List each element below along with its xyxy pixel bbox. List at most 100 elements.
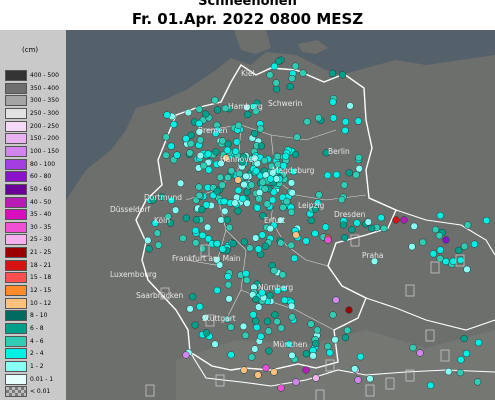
station-marker xyxy=(380,224,388,233)
station-marker xyxy=(442,257,450,266)
legend-label: 250 - 300 xyxy=(30,109,59,117)
station-marker xyxy=(311,229,319,238)
station-marker xyxy=(343,326,352,334)
station-marker xyxy=(313,326,321,334)
legend-swatch xyxy=(5,145,27,157)
station-marker xyxy=(353,219,361,227)
station-marker xyxy=(227,167,236,175)
station-marker xyxy=(195,105,203,113)
station-marker xyxy=(270,266,278,275)
legend-swatch xyxy=(5,158,27,170)
station-marker xyxy=(354,376,362,384)
legend-label: 50 - 60 xyxy=(30,185,52,193)
station-marker xyxy=(195,183,203,191)
station-marker xyxy=(302,350,310,358)
city-muenchen: München xyxy=(273,340,307,349)
station-marker xyxy=(254,245,263,253)
station-marker xyxy=(184,108,192,117)
city-duesseldorf: Düsseldorf xyxy=(110,205,150,214)
station-marker xyxy=(247,181,256,189)
station-marker xyxy=(277,384,285,392)
title-date-time: Fr. 01.Apr. 2022 0800 MESZ xyxy=(131,10,364,28)
station-marker xyxy=(270,368,278,376)
station-marker xyxy=(283,197,291,206)
station-marker xyxy=(292,378,300,386)
legend-swatch xyxy=(5,221,27,233)
station-marker xyxy=(243,276,251,284)
title-snow-depth: Schneehöhen xyxy=(198,0,297,9)
station-marker xyxy=(189,293,197,301)
station-marker xyxy=(324,236,332,244)
station-marker xyxy=(258,231,266,239)
legend-swatch xyxy=(5,196,27,208)
station-marker xyxy=(266,175,275,183)
city-berlin: Berlin xyxy=(328,147,350,156)
legend-label: 18 - 21 xyxy=(30,261,52,269)
station-marker xyxy=(279,203,287,212)
legend-label: 1 - 2 xyxy=(30,362,44,370)
title-block: Schneehöhen Fr. 01.Apr. 2022 0800 MESZ xyxy=(0,0,495,30)
station-marker xyxy=(234,207,242,215)
station-marker xyxy=(229,239,237,248)
station-marker xyxy=(239,322,248,331)
station-marker xyxy=(341,234,349,242)
station-marker xyxy=(272,85,281,93)
station-marker xyxy=(266,291,274,300)
station-marker xyxy=(263,200,271,208)
station-marker xyxy=(211,340,219,348)
station-marker xyxy=(277,324,285,332)
station-marker xyxy=(431,225,440,234)
station-marker xyxy=(220,197,228,206)
station-marker xyxy=(455,246,463,255)
station-marker xyxy=(462,349,471,358)
legend-swatch xyxy=(5,272,27,284)
station-marker xyxy=(312,339,320,348)
legend-swatch xyxy=(5,386,27,398)
station-marker xyxy=(200,162,208,170)
legend-swatch xyxy=(5,335,27,347)
station-marker xyxy=(377,214,385,222)
station-marker xyxy=(444,367,453,376)
station-marker xyxy=(162,133,170,141)
station-marker xyxy=(332,171,341,179)
station-marker xyxy=(426,381,435,390)
station-marker xyxy=(186,149,194,157)
station-marker xyxy=(307,320,315,328)
legend-swatch xyxy=(5,183,27,195)
station-marker xyxy=(154,241,163,249)
city-hamburg: Hamburg xyxy=(228,102,263,111)
station-marker xyxy=(419,238,427,246)
legend-swatch xyxy=(5,247,27,259)
station-marker xyxy=(273,152,282,161)
legend-label: < 0.01 xyxy=(30,388,51,396)
station-marker xyxy=(252,234,260,242)
city-luxembourg: Luxembourg xyxy=(110,270,157,279)
station-marker xyxy=(291,150,300,159)
city-saarbruecken: Saarbrücken xyxy=(136,291,183,300)
legend-label: 4 - 6 xyxy=(30,337,44,345)
color-legend: (cm) 400 - 500 350 - 400 300 - 350 250 - 30… xyxy=(0,30,66,400)
station-marker xyxy=(355,165,363,173)
legend-swatch xyxy=(5,70,27,81)
legend-label: 8 - 10 xyxy=(30,312,48,320)
station-marker xyxy=(302,237,310,245)
station-marker xyxy=(252,317,260,325)
station-marker xyxy=(307,216,315,225)
station-marker xyxy=(198,205,206,214)
station-marker xyxy=(321,223,330,231)
station-marker xyxy=(292,231,300,239)
city-kiel: Kiel xyxy=(241,69,255,78)
station-marker xyxy=(354,117,362,125)
station-marker xyxy=(341,126,349,135)
station-marker xyxy=(191,226,200,235)
legend-swatch xyxy=(5,348,27,360)
station-marker xyxy=(463,265,471,274)
city-prag: Praha xyxy=(362,251,383,260)
station-marker xyxy=(273,317,281,326)
station-marker xyxy=(299,69,307,77)
station-marker xyxy=(235,170,244,178)
station-marker xyxy=(279,271,287,279)
station-marker xyxy=(456,368,464,377)
legend-swatch xyxy=(5,323,27,334)
city-dresden: Dresden xyxy=(334,210,366,219)
